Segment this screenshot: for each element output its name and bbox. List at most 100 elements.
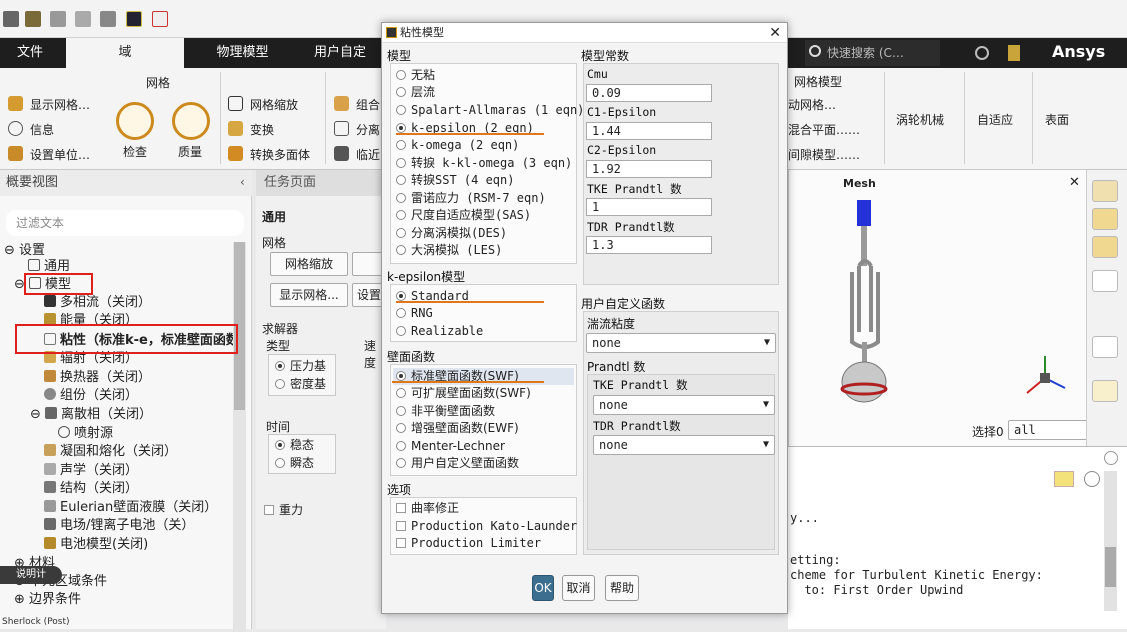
model-rsm-radio[interactable]: 雷诺应力 (RSM-7 eqn) (396, 190, 546, 207)
check-button[interactable]: 检查 (123, 143, 147, 160)
model-spalart-radio[interactable]: Spalart-Allmaras (1 eqn) (396, 102, 584, 119)
layout-icon[interactable] (75, 11, 91, 27)
cmu-input[interactable]: 0.09 (586, 84, 712, 102)
info-button[interactable]: 信息 (30, 121, 54, 138)
cube-icon[interactable] (3, 11, 19, 27)
surface-button[interactable]: 表面 (1045, 111, 1069, 128)
tab-physics[interactable]: 物理模型 (190, 38, 295, 68)
gravity-checkbox[interactable]: 重力 (264, 502, 303, 519)
model-les-radio[interactable]: 大涡模拟 (LES) (396, 242, 502, 259)
help-icon[interactable] (975, 46, 989, 60)
sherlock-post[interactable]: Sherlock (Post) (2, 618, 70, 627)
mixing-plane-button[interactable]: 混合平面…… (788, 121, 860, 138)
pan-icon[interactable] (1092, 236, 1118, 258)
kato-launder-checkbox[interactable]: Production Kato-Launder (396, 518, 577, 535)
mo-icon[interactable] (152, 11, 168, 27)
tree-item-acoustics[interactable]: 声学（关闭） (44, 462, 138, 480)
close-icon[interactable]: ✕ (769, 23, 781, 43)
wall-non-equilibrium-radio[interactable]: 非平衡壁面函数 (396, 403, 495, 420)
rotate-icon[interactable] (1092, 208, 1118, 230)
console-panel[interactable]: y... etting: cheme for Turbulent Kinetic… (788, 446, 1127, 629)
tree-item-solidification[interactable]: 凝固和熔化（关闭） (44, 443, 177, 461)
dialog-title-bar[interactable]: 粘性模型 ✕ (382, 23, 787, 43)
quality-button[interactable]: 质量 (178, 143, 202, 160)
set-units-button[interactable]: 设置单位… (30, 146, 90, 163)
model-k-kl-omega-radio[interactable]: 转捩 k-kl-omega (3 eqn) (396, 155, 572, 172)
turbo-button[interactable]: 涡轮机械 (896, 111, 944, 128)
show-mesh-task-button[interactable]: 显示网格... (270, 283, 348, 307)
grid-icon[interactable] (100, 11, 116, 27)
copy-icon[interactable] (1092, 380, 1118, 402)
model-sas-radio[interactable]: 尺度自适应模型(SAS) (396, 207, 531, 224)
model-laminar-radio[interactable]: 层流 (396, 84, 435, 101)
adjacency-button[interactable]: 临近 (356, 146, 380, 163)
warning-icon[interactable] (1054, 471, 1074, 487)
tree-item-boundary-conditions[interactable]: ⊕ 边界条件 (14, 591, 81, 609)
turbulent-viscosity-dropdown[interactable]: none ▼ (586, 333, 776, 353)
ke-rng-radio[interactable]: RNG (396, 305, 433, 322)
separate-button[interactable]: 分离 (356, 121, 380, 138)
production-limiter-checkbox[interactable]: Production Limiter (396, 535, 541, 552)
tree-item-heat-exchanger[interactable]: 换热器（关闭） (44, 369, 151, 387)
wall-user-defined-radio[interactable]: 用户自定义壁面函数 (396, 455, 519, 472)
close-graphics-icon[interactable]: ✕ (1069, 175, 1080, 190)
fit-icon[interactable] (1092, 180, 1118, 202)
console-scroll-thumb[interactable] (1105, 547, 1116, 587)
wall-scalable-radio[interactable]: 可扩展壁面函数(SWF) (396, 385, 531, 402)
model-k-omega-radio[interactable]: k-omega (2 eqn) (396, 137, 519, 154)
show-mesh-button[interactable]: 显示网格… (30, 96, 90, 113)
tab-domain[interactable]: 域 (66, 38, 184, 68)
curvature-correction-checkbox[interactable]: 曲率修正 (396, 500, 459, 517)
console-scrollbar[interactable] (1104, 471, 1117, 611)
info-icon[interactable] (1084, 471, 1100, 487)
combine-button[interactable]: 组合 (356, 96, 380, 113)
gap-model-button[interactable]: 间隙模型…… (788, 146, 860, 163)
tdr-prandtl-dropdown[interactable]: none ▼ (593, 435, 775, 455)
c2-epsilon-input[interactable]: 1.92 (586, 160, 712, 178)
dynamic-mesh-button[interactable]: 动网格… (788, 96, 836, 113)
cancel-button[interactable]: 取消 (562, 575, 595, 601)
c1-epsilon-input[interactable]: 1.44 (586, 122, 712, 140)
eye-icon[interactable] (1092, 270, 1118, 292)
tree-item-eulerian-film[interactable]: Eulerian壁面液膜（关闭） (44, 499, 217, 517)
case-icon[interactable] (25, 11, 41, 27)
tree-item-multiphase[interactable]: 多相流（关闭） (44, 294, 151, 312)
quick-search-input[interactable]: 快速搜索 (C… (805, 40, 940, 66)
tab-file[interactable]: 文件 (0, 38, 60, 68)
convert-poly-button[interactable]: 转换多面体 (250, 146, 310, 163)
ke-realizable-radio[interactable]: Realizable (396, 323, 483, 340)
tke-prandtl-dropdown[interactable]: none ▼ (593, 395, 775, 415)
tree-item-potential[interactable]: 电场/锂离子电池（关） (44, 517, 194, 535)
ok-button[interactable]: OK (532, 575, 554, 601)
mesh-scale-button[interactable]: 网格缩放 (250, 96, 298, 113)
mesh-scale-task-button[interactable]: 网格缩放 (270, 252, 348, 276)
model-inviscid-radio[interactable]: 无粘 (396, 67, 435, 84)
tree-item-battery[interactable]: 电池模型(关闭) (44, 536, 148, 554)
collapse-icon[interactable]: ‹ (240, 175, 245, 189)
steady-radio[interactable]: 稳态 (275, 437, 314, 454)
save-icon[interactable] (50, 11, 66, 27)
tree-item-injections[interactable]: 喷射源 (58, 425, 113, 443)
udf-icon[interactable] (126, 11, 142, 27)
wall-enhanced-radio[interactable]: 增强壁面函数(EWF) (396, 420, 519, 437)
tdr-prandtl-input[interactable]: 1.3 (586, 236, 712, 254)
tree-item-dpm[interactable]: ⊖ 离散相（关闭） (30, 406, 152, 424)
transient-radio[interactable]: 瞬态 (275, 455, 314, 472)
tke-prandtl-input[interactable]: 1 (586, 198, 712, 216)
transform-button[interactable]: 变换 (250, 121, 274, 138)
filter-input[interactable]: 过滤文本 (6, 210, 244, 236)
density-based-radio[interactable]: 密度基 (275, 376, 326, 393)
help-button[interactable]: 帮助 (605, 575, 639, 601)
overlay-badge[interactable]: 说明计 (0, 566, 62, 584)
wall-menter-lechner-radio[interactable]: Menter-Lechner (396, 438, 505, 455)
chart-icon[interactable] (1092, 336, 1118, 358)
graphics-window[interactable]: Mesh ✕ 选择0 all▼ (788, 170, 1114, 446)
tab-user-defined[interactable]: 用户自定 (300, 38, 380, 68)
model-des-radio[interactable]: 分离涡模拟(DES) (396, 225, 507, 242)
pressure-based-radio[interactable]: 压力基 (275, 358, 326, 375)
console-close-icon[interactable] (1104, 451, 1118, 465)
notes-icon[interactable] (1008, 45, 1020, 61)
tree-item-structure[interactable]: 结构（关闭） (44, 480, 138, 498)
tree-item-species[interactable]: 组份（关闭） (44, 387, 138, 405)
adapt-button[interactable]: 自适应 (977, 111, 1013, 128)
